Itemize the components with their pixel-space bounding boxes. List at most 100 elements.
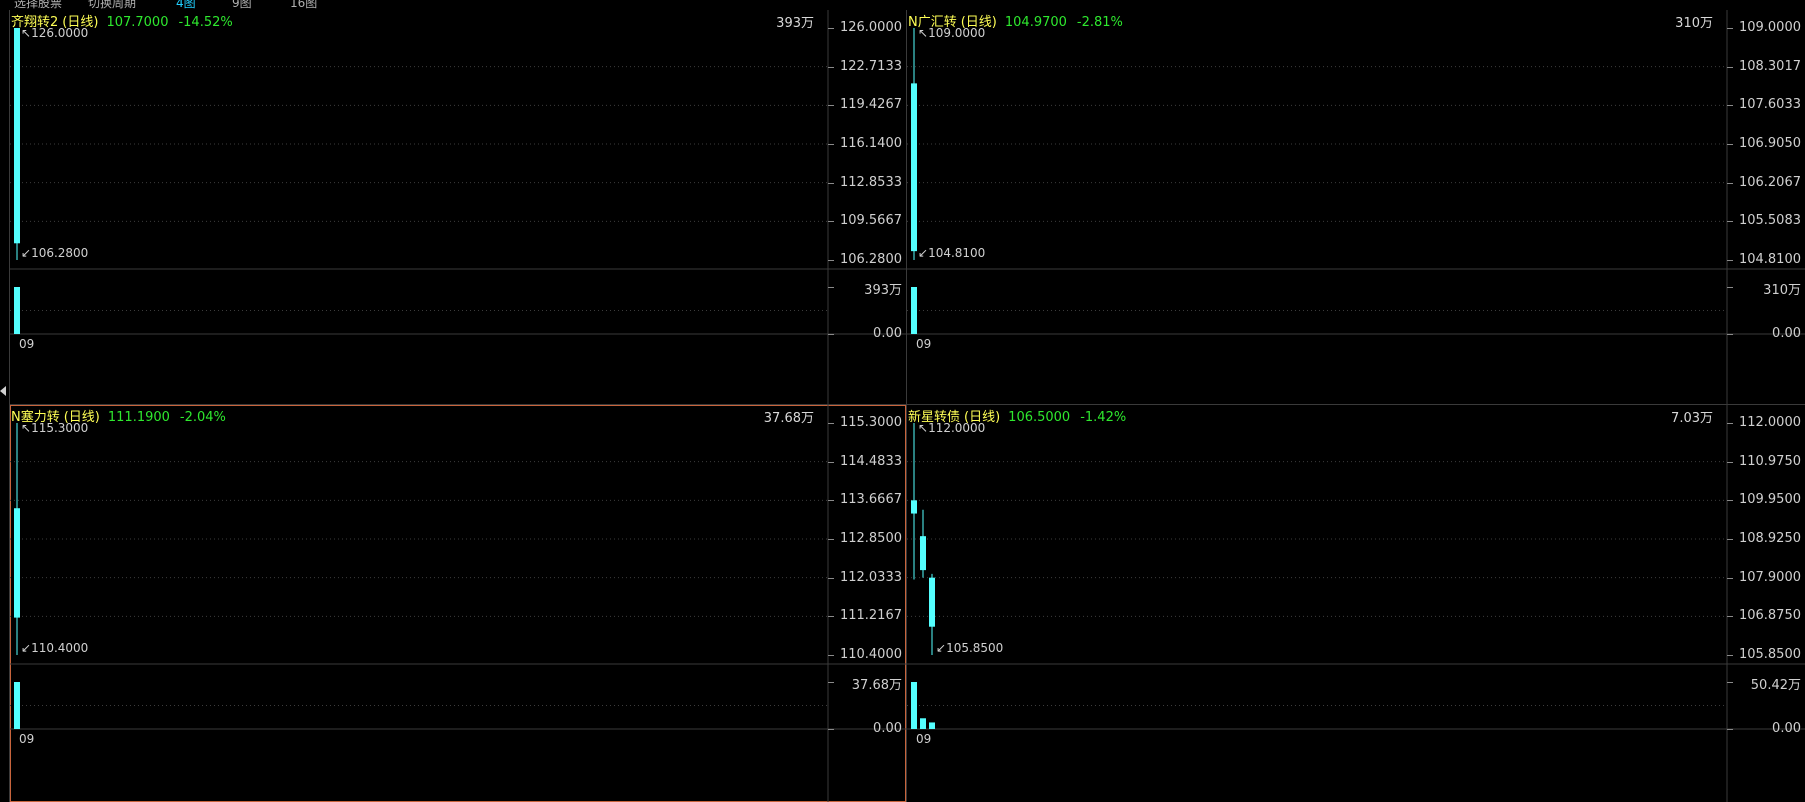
- price-tick-label: 114.4833: [839, 453, 902, 469]
- price-tick-mark: [828, 500, 834, 502]
- price-tick-label: 111.2167: [839, 608, 902, 624]
- toolbar-switch-period[interactable]: 切换周期: [88, 0, 136, 10]
- chart-pane-guanghui[interactable]: N广汇转 (日线) 104.9700 -2.81% 310万 109.0000 108.30…: [907, 10, 1805, 404]
- price-tick-label: 126.0000: [839, 20, 902, 35]
- chart-canvas: [907, 405, 1805, 802]
- price-tick-mark: [828, 105, 834, 107]
- price-tick-label: 109.9500: [1738, 492, 1801, 508]
- high-price-value: 112.0000: [928, 421, 986, 435]
- chart-canvas: [10, 10, 906, 404]
- price-tick-label: 113.6667: [839, 492, 902, 508]
- price-tick-mark: [1727, 461, 1733, 463]
- price-tick-mark: [828, 221, 834, 223]
- volume-tick-label: 0.00: [1772, 326, 1801, 341]
- price-tick-label: 107.9000: [1738, 569, 1801, 585]
- price-tick-mark: [828, 461, 834, 463]
- candle-body: [911, 500, 917, 514]
- high-price-marker: ↖115.3000: [21, 421, 88, 435]
- chart-pane-xinxing[interactable]: 新星转债 (日线) 106.5000 -1.42% 7.03万 112.0000 110.9…: [907, 405, 1805, 802]
- low-price-marker: ↙105.8500: [936, 641, 1003, 655]
- chart-pane-saili[interactable]: N塞力转 (日线) 111.1900 -2.04% 37.68万 115.3000 114.…: [10, 405, 906, 802]
- toolbar-select-stock[interactable]: 选择股票: [14, 0, 62, 10]
- low-price-value: 106.2800: [31, 246, 89, 260]
- price-tick-label: 115.3000: [839, 415, 902, 430]
- header-volume: 393万: [776, 16, 814, 31]
- chart-pane-qixiang[interactable]: 齐翔转2 (日线) 107.7000 -14.52% 393万 126.0000 122.7…: [10, 10, 906, 404]
- volume-tick-label: 0.00: [1772, 721, 1801, 736]
- price-tick-mark: [828, 182, 834, 184]
- price-tick-label: 122.7133: [839, 58, 902, 74]
- price-tick-label: 107.6033: [1738, 97, 1801, 113]
- low-price-value: 104.8100: [928, 246, 986, 260]
- high-arrow-icon: ↖: [21, 26, 32, 40]
- change-percent: -2.04%: [179, 410, 226, 425]
- toolbar: 选择股票 切换周期 4图 9图 16图: [0, 0, 1805, 10]
- candle-body: [911, 83, 917, 252]
- price-tick-mark: [1727, 500, 1733, 502]
- volume-tick-label: 37.68万: [851, 678, 902, 693]
- price-tick-mark: [1727, 182, 1733, 184]
- volume-tick-label: 393万: [864, 283, 902, 298]
- toolbar-16-charts[interactable]: 16图: [290, 0, 317, 10]
- date-axis-label: 09: [19, 337, 35, 351]
- volume-bar: [14, 682, 20, 729]
- low-price-value: 105.8500: [946, 641, 1004, 655]
- price-tick-mark: [1727, 539, 1733, 540]
- volume-tick-label: 0.00: [873, 721, 902, 736]
- high-price-marker: ↖109.0000: [918, 26, 985, 40]
- high-price-value: 126.0000: [31, 26, 89, 40]
- price-tick-label: 109.0000: [1738, 20, 1801, 35]
- volume-tick-label: 310万: [1763, 283, 1801, 298]
- price-tick-label: 105.8500: [1738, 647, 1801, 662]
- header-volume: 37.68万: [763, 411, 814, 426]
- candle-body: [14, 28, 20, 244]
- price-tick-mark: [828, 66, 834, 68]
- price-tick-mark: [1727, 105, 1733, 107]
- price-tick-mark: [828, 28, 834, 29]
- price-tick-mark: [1727, 28, 1733, 29]
- low-arrow-icon: ↙: [936, 641, 947, 655]
- high-arrow-icon: ↖: [918, 421, 929, 435]
- high-arrow-icon: ↖: [918, 26, 929, 40]
- chart-canvas: [907, 10, 1805, 404]
- price-tick-label: 116.1400: [839, 136, 902, 151]
- price-tick-label: 112.8500: [839, 531, 902, 546]
- date-axis-label: 09: [916, 337, 932, 351]
- price-tick-label: 112.0000: [1738, 415, 1801, 430]
- price-tick-label: 119.4267: [839, 97, 902, 113]
- price-tick-label: 108.3017: [1738, 58, 1801, 74]
- price-tick-label: 112.0333: [839, 569, 902, 585]
- high-price-value: 109.0000: [928, 26, 986, 40]
- price-tick-label: 106.2800: [839, 252, 902, 267]
- candle-body: [14, 508, 20, 618]
- volume-bar: [911, 287, 917, 334]
- last-price: 104.9700: [1004, 15, 1067, 30]
- high-price-marker: ↖126.0000: [21, 26, 88, 40]
- toolbar-4-charts[interactable]: 4图: [176, 0, 196, 10]
- price-tick-mark: [828, 616, 834, 618]
- volume-bar: [14, 287, 20, 334]
- low-arrow-icon: ↙: [21, 641, 32, 655]
- high-price-marker: ↖112.0000: [918, 421, 985, 435]
- toolbar-9-charts[interactable]: 9图: [232, 0, 252, 10]
- volume-tick-label: 50.42万: [1750, 678, 1801, 693]
- volume-tick-label: 0.00: [873, 326, 902, 341]
- collapse-arrow-icon[interactable]: [0, 386, 6, 396]
- chart-canvas: [10, 405, 906, 802]
- price-tick-mark: [1727, 616, 1733, 618]
- price-tick-mark: [1727, 423, 1733, 424]
- low-arrow-icon: ↙: [918, 246, 929, 260]
- volume-bar: [920, 718, 926, 729]
- last-price: 107.7000: [106, 15, 169, 30]
- price-tick-mark: [828, 577, 834, 579]
- price-tick-mark: [1727, 66, 1733, 68]
- price-tick-label: 109.5667: [839, 213, 902, 229]
- low-price-marker: ↙104.8100: [918, 246, 985, 260]
- price-tick-mark: [1727, 655, 1733, 656]
- candle-body: [929, 577, 935, 627]
- last-price: 111.1900: [107, 410, 170, 425]
- price-tick-mark: [828, 423, 834, 424]
- volume-bar: [911, 682, 917, 729]
- price-tick-mark: [1727, 221, 1733, 223]
- header-volume: 7.03万: [1671, 411, 1713, 426]
